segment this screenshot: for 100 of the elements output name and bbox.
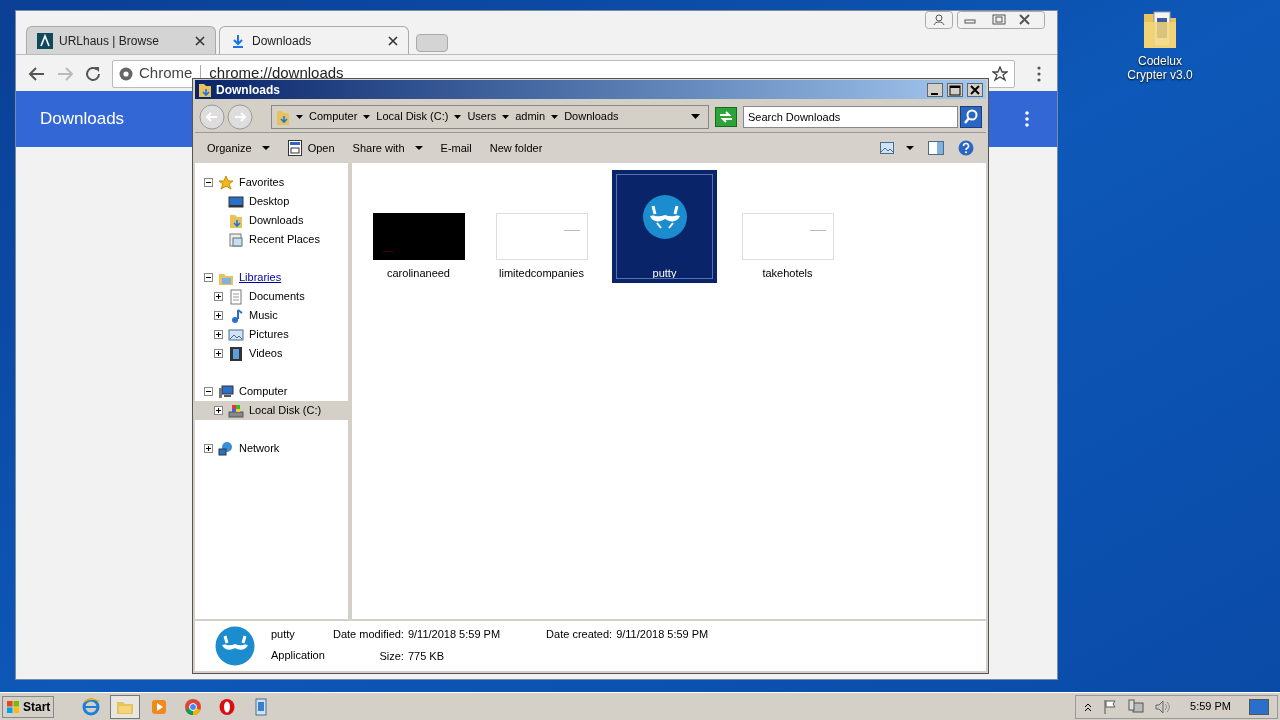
- disk-icon: [228, 402, 244, 419]
- breadcrumb[interactable]: admin: [515, 108, 546, 125]
- toolbar-button[interactable]: Open: [287, 139, 335, 157]
- breadcrumb[interactable]: Local Disk (C:): [376, 108, 449, 125]
- menu-icon: [1025, 111, 1029, 127]
- flag-icon: [1102, 698, 1119, 715]
- tree-item[interactable]: Desktop: [195, 192, 348, 211]
- videos-icon: [228, 345, 244, 362]
- folder-icon: [198, 81, 212, 98]
- show-desktop-icon: [1249, 698, 1269, 715]
- mustache-app-icon: [641, 193, 688, 240]
- tree-item[interactable]: Network: [195, 439, 348, 458]
- chevron-up-icon: [1084, 701, 1093, 712]
- tree-item[interactable]: Recent Places: [195, 230, 348, 249]
- windows-logo-icon: [6, 699, 20, 714]
- network-icon: [1128, 698, 1145, 715]
- field-value: 9/11/2018 5:59 PM: [616, 627, 709, 642]
- search-icon: [960, 105, 982, 128]
- tree-item[interactable]: Favorites: [195, 173, 348, 192]
- tree-item[interactable]: Libraries: [195, 268, 348, 287]
- file-item[interactable]: takehotels: [735, 170, 840, 283]
- dropdown-arrow-icon: [296, 114, 303, 119]
- reload-icon: [84, 64, 102, 83]
- toolbar-button[interactable]: Share with: [352, 139, 423, 157]
- start-button[interactable]: Start: [2, 695, 55, 718]
- desktop-icon-label[interactable]: Codelux Crypter v3.0: [1120, 54, 1200, 82]
- tree-item[interactable]: Local Disk (C:): [195, 401, 348, 420]
- toolbar-button[interactable]: Organize: [207, 139, 270, 157]
- tree-item[interactable]: Computer: [195, 382, 348, 401]
- clock: 5:59 PM: [1190, 699, 1231, 715]
- downloads-icon: [228, 212, 244, 229]
- browser-tab[interactable]: Downloads: [219, 26, 409, 54]
- dropdown-arrow-icon: [363, 114, 371, 119]
- expand-icon: [204, 444, 213, 453]
- tree-item[interactable]: Videos: [195, 344, 348, 363]
- file-item[interactable]: putty: [612, 170, 717, 283]
- dropdown-arrow-icon: [261, 146, 270, 150]
- refresh-icon: [714, 106, 737, 127]
- field-label: Size:: [378, 648, 404, 664]
- toolbar-button[interactable]: New folder: [489, 139, 543, 157]
- field-label: Date created:: [545, 627, 613, 642]
- forward-icon: [56, 64, 74, 83]
- network-icon: [218, 440, 234, 457]
- breadcrumb[interactable]: Users: [467, 108, 497, 125]
- bookmark-star-icon: [992, 65, 1008, 82]
- play-icon: [150, 697, 169, 716]
- file-item[interactable]: limitedcompanies: [489, 170, 594, 283]
- tree-item[interactable]: Documents: [195, 287, 348, 306]
- globe-icon: [82, 697, 101, 716]
- expand-icon: [214, 406, 223, 415]
- computer-icon: [218, 383, 234, 400]
- tree-item[interactable]: Downloads: [195, 211, 348, 230]
- close-icon: [967, 82, 983, 97]
- minimize-icon: [927, 82, 943, 97]
- mustache-app-icon: [215, 626, 255, 666]
- window-icon: [287, 140, 302, 156]
- dropdown-arrow-icon: [454, 114, 462, 119]
- collapse-icon: [204, 273, 213, 282]
- dropdown-arrow-icon: [502, 114, 510, 119]
- file-item[interactable]: carolinaneed: [366, 170, 471, 283]
- taskbar-button[interactable]: [110, 694, 141, 719]
- recent-icon: [228, 231, 244, 248]
- new-tab-button[interactable]: [416, 34, 448, 52]
- tree-item[interactable]: Pictures: [195, 325, 348, 344]
- chrome-page-icon: [119, 66, 133, 81]
- address-bar[interactable]: Computer Local Disk (C:) Users admin Downloads: [271, 104, 709, 129]
- toolbar-button[interactable]: E-mail: [440, 139, 472, 157]
- tree-item[interactable]: Music: [195, 306, 348, 325]
- browser-tab[interactable]: URLhaus | Browse: [26, 26, 216, 54]
- view-icon: [880, 142, 894, 154]
- documents-icon: [228, 288, 244, 305]
- url-text: chrome://downloads: [209, 63, 344, 84]
- star-icon: [218, 174, 234, 191]
- breadcrumb[interactable]: Computer: [309, 108, 358, 125]
- field-value: 775 KB: [407, 648, 446, 664]
- expand-icon: [214, 292, 223, 301]
- round-logo-icon: [184, 697, 203, 716]
- expand-icon: [214, 349, 223, 358]
- dropdown-arrow-icon: [414, 146, 423, 150]
- help-icon: [958, 140, 974, 156]
- dropdown-arrow-icon: [690, 114, 700, 119]
- close-icon: [195, 35, 205, 46]
- pictures-icon: [228, 326, 244, 343]
- back-forward-icon: [199, 103, 255, 130]
- dropdown-arrow-icon: [551, 114, 559, 119]
- maximize-icon: [947, 82, 963, 97]
- dropdown-arrow-icon: [906, 146, 914, 150]
- close-icon: [388, 35, 398, 46]
- back-icon: [28, 64, 46, 83]
- field-value: 9/11/2018 5:59 PM: [407, 627, 501, 642]
- desktop-icon: [228, 193, 244, 210]
- preview-pane-icon: [928, 141, 944, 155]
- file-name: putty: [271, 627, 296, 642]
- speaker-icon: [1154, 698, 1171, 715]
- breadcrumb[interactable]: Downloads: [564, 108, 619, 125]
- page-title: Downloads: [40, 108, 125, 131]
- collapse-icon: [204, 387, 213, 396]
- site-label: Chrome: [139, 63, 193, 84]
- search-field[interactable]: Search Downloads: [742, 105, 958, 128]
- menu-icon: [1037, 65, 1041, 82]
